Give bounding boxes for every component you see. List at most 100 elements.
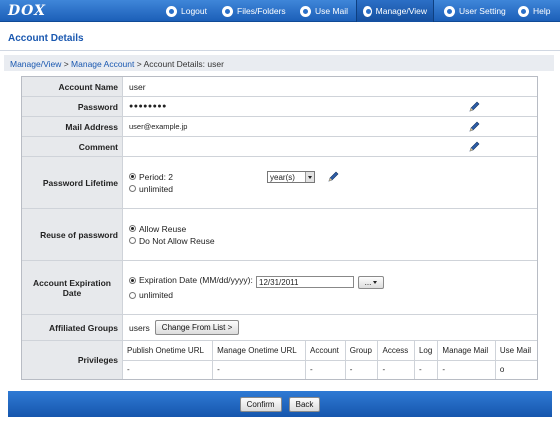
password-lifetime-label: Password Lifetime [22,157,123,208]
breadcrumb-current: Account Details: user [143,59,224,69]
reuse-deny-option[interactable]: Do Not Allow Reuse [129,235,215,247]
nav-manage-view-label: Manage/View [375,6,427,16]
lifetime-period-radio[interactable] [129,173,136,180]
folder-icon [222,5,233,17]
account-details-form: Account Name user Password ●●●●●●●● Mail… [21,76,538,380]
change-from-list-button[interactable]: Change From List > [154,320,240,335]
affiliated-groups-label: Affiliated Groups [22,315,123,340]
edit-lifetime-pencil-icon[interactable] [327,171,339,183]
lifetime-unlimited-text: unlimited [139,183,174,194]
account-name-label: Account Name [22,77,123,96]
nav-files-folders-label: Files/Folders [237,6,286,16]
row-password: Password ●●●●●●●● [22,97,537,117]
privilege-header: Manage Mail [437,341,496,361]
expiration-date-radio[interactable] [129,276,136,284]
date-picker-label: ... [364,278,372,287]
user-icon [444,5,455,17]
nav-use-mail[interactable]: Use Mail [294,0,354,22]
help-icon [518,5,529,17]
expiration-date-text: Expiration Date (MM/dd/yyyy): [139,275,253,285]
manage-icon [363,5,372,17]
privilege-header: Group [345,341,379,361]
comment-label: Comment [22,137,123,156]
expiration-unlimited-option[interactable]: unlimited [129,289,173,301]
mail-icon [300,5,311,17]
row-account-expiration: Account Expiration Date Expiration Date … [22,261,537,315]
nav-logout[interactable]: Logout [160,0,213,22]
expiration-date-option[interactable]: Expiration Date (MM/dd/yyyy): [129,274,253,286]
privilege-header: Access [377,341,415,361]
expiration-date-value: 12/31/2011 [259,277,299,287]
nav-files-folders[interactable]: Files/Folders [216,0,292,22]
breadcrumb-manage-account[interactable]: Manage Account [71,59,134,69]
privilege-header: Log [414,341,439,361]
breadcrumb: Manage/View > Manage Account > Account D… [4,55,554,71]
page-title: Account Details [8,33,84,44]
row-reuse-password: Reuse of password Allow Reuse Do Not All… [22,209,537,261]
reuse-allow-option[interactable]: Allow Reuse [129,223,186,235]
privilege-header: Account [305,341,346,361]
top-navigation-bar: DOX Logout Files/Folders Use Mail Manage… [0,0,560,22]
edit-comment-pencil-icon[interactable] [468,141,480,153]
lifetime-unit-select[interactable]: year(s) [267,171,315,183]
mail-address-label: Mail Address [22,117,123,136]
nav-user-setting-label: User Setting [459,6,506,16]
back-button[interactable]: Back [288,396,321,412]
privilege-value: - [345,360,379,379]
password-value: ●●●●●●●● [129,103,167,110]
privilege-value: - [414,360,439,379]
privileges-table: Publish Onetime URL Manage Onetime URL A… [123,341,537,379]
edit-password-pencil-icon[interactable] [468,101,480,113]
row-privileges: Privileges Publish Onetime URL Manage On… [22,341,537,379]
account-name-value: user [129,81,146,92]
privileges-header-row: Publish Onetime URL Manage Onetime URL A… [123,341,537,361]
breadcrumb-separator: > [61,59,72,69]
lifetime-period-text: Period: 2 [139,171,174,182]
privilege-value: o [499,365,505,375]
privileges-value-row: - - - - - - - o [123,360,537,379]
nav-use-mail-label: Use Mail [315,6,349,16]
lifetime-period-option[interactable]: Period: 2 [129,171,173,183]
privilege-header: Manage Onetime URL [212,341,306,361]
nav-help-label: Help [533,6,551,16]
row-password-lifetime: Password Lifetime Period: 2 unlimited ye… [22,157,537,209]
logout-icon [166,5,177,17]
privilege-header: Use Mail [495,341,537,361]
date-picker-button[interactable]: ... [358,276,384,289]
account-expiration-label: Account Expiration Date [22,261,123,314]
nav-logout-label: Logout [181,6,207,16]
reuse-allow-radio[interactable] [129,225,136,232]
breadcrumb-separator: > [134,59,144,69]
row-mail-address: Mail Address user@example.jp [22,117,537,137]
expiration-date-input[interactable]: 12/31/2011 [256,276,354,288]
privilege-value: - [123,360,214,379]
title-divider [0,50,560,51]
reuse-allow-text: Allow Reuse [139,223,187,234]
reuse-password-label: Reuse of password [22,209,123,260]
nav-help[interactable]: Help [512,0,556,22]
row-affiliated-groups: Affiliated Groups users Change From List… [22,315,537,341]
confirm-button[interactable]: Confirm [239,396,282,412]
privileges-label: Privileges [22,341,123,379]
footer-action-bar: Confirm Back [8,391,552,417]
nav-manage-view[interactable]: Manage/View [356,0,434,22]
lifetime-unlimited-option[interactable]: unlimited [129,183,173,195]
nav-user-setting[interactable]: User Setting [438,0,512,22]
breadcrumb-manage-view[interactable]: Manage/View [10,59,61,69]
row-comment: Comment [22,137,537,157]
app-logo: DOX [8,3,46,19]
privilege-header: Publish Onetime URL [123,341,214,361]
reuse-deny-text: Do Not Allow Reuse [139,235,215,246]
reuse-deny-radio[interactable] [129,237,136,244]
lifetime-unit-selected: year(s) [270,172,295,182]
privilege-value: - [212,360,306,379]
expiration-unlimited-radio[interactable] [129,291,136,299]
row-account-name: Account Name user [22,77,537,97]
password-label: Password [22,97,123,116]
chevron-down-icon [373,281,378,284]
edit-mail-pencil-icon[interactable] [468,121,480,133]
expiration-unlimited-text: unlimited [139,290,174,300]
privilege-value: - [305,360,346,379]
privilege-value: - [437,360,496,379]
lifetime-unlimited-radio[interactable] [129,185,136,192]
